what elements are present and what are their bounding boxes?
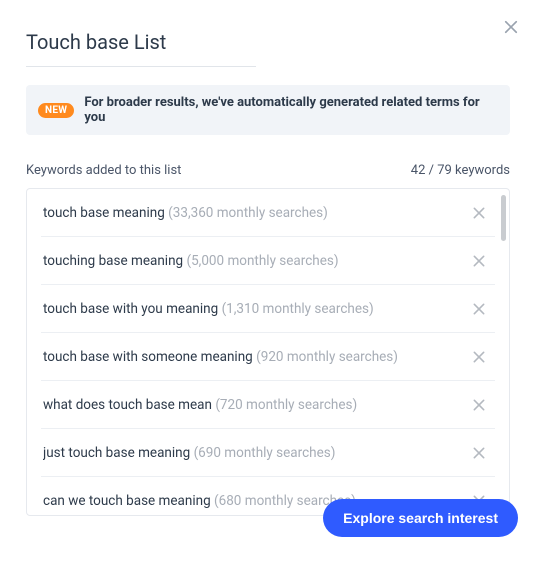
- list-header-label: Keywords added to this list: [26, 163, 181, 178]
- info-banner: NEW For broader results, we've automatic…: [26, 85, 510, 135]
- keyword-row: just touch base meaning (690 monthly sea…: [41, 429, 495, 477]
- keyword-meta: (720 monthly searches): [215, 397, 357, 413]
- close-icon: [471, 349, 487, 365]
- close-icon: [502, 18, 520, 36]
- keyword-meta: (5,000 monthly searches): [186, 253, 338, 269]
- keyword-list: touch base meaning (33,360 monthly searc…: [26, 188, 510, 516]
- keyword-count: 42 / 79 keywords: [411, 163, 510, 178]
- close-icon: [471, 253, 487, 269]
- modal-container: Touch base List NEW For broader results,…: [0, 0, 536, 516]
- keyword-row: touch base with someone meaning (920 mon…: [41, 333, 495, 381]
- modal-footer: Explore search interest: [323, 499, 518, 537]
- keyword-text: what does touch base mean (720 monthly s…: [43, 397, 357, 413]
- keyword-term: what does touch base mean: [43, 397, 212, 413]
- keyword-meta: (690 monthly searches): [194, 445, 336, 461]
- new-badge: NEW: [38, 103, 74, 118]
- keyword-meta: (1,310 monthly searches): [222, 301, 374, 317]
- explore-search-interest-button[interactable]: Explore search interest: [323, 499, 518, 537]
- keyword-row: touch base meaning (33,360 monthly searc…: [41, 189, 495, 237]
- banner-text: For broader results, we've automatically…: [84, 95, 498, 125]
- modal-title: Touch base List: [26, 30, 256, 67]
- scrollbar-thumb[interactable]: [501, 195, 506, 241]
- keyword-term: touch base meaning: [43, 205, 165, 221]
- close-icon: [471, 301, 487, 317]
- keyword-term: just touch base meaning: [43, 445, 190, 461]
- keyword-term: touching base meaning: [43, 253, 183, 269]
- keyword-text: touch base with someone meaning (920 mon…: [43, 349, 398, 365]
- keyword-text: touching base meaning (5,000 monthly sea…: [43, 253, 339, 269]
- close-icon: [471, 445, 487, 461]
- remove-keyword-button[interactable]: [471, 445, 487, 461]
- keyword-row: what does touch base mean (720 monthly s…: [41, 381, 495, 429]
- remove-keyword-button[interactable]: [471, 205, 487, 221]
- keyword-term: can we touch base meaning: [43, 493, 211, 509]
- keyword-text: touch base meaning (33,360 monthly searc…: [43, 205, 328, 221]
- keyword-term: touch base with someone meaning: [43, 349, 253, 365]
- remove-keyword-button[interactable]: [471, 253, 487, 269]
- keyword-text: just touch base meaning (690 monthly sea…: [43, 445, 335, 461]
- keyword-text: touch base with you meaning (1,310 month…: [43, 301, 374, 317]
- list-header: Keywords added to this list 42 / 79 keyw…: [26, 163, 510, 178]
- keyword-meta: (33,360 monthly searches): [168, 205, 328, 221]
- close-icon: [471, 205, 487, 221]
- keyword-row: touch base with you meaning (1,310 month…: [41, 285, 495, 333]
- remove-keyword-button[interactable]: [471, 397, 487, 413]
- close-modal-button[interactable]: [502, 18, 520, 36]
- keyword-meta: (920 monthly searches): [256, 349, 398, 365]
- remove-keyword-button[interactable]: [471, 301, 487, 317]
- close-icon: [471, 397, 487, 413]
- remove-keyword-button[interactable]: [471, 349, 487, 365]
- keyword-term: touch base with you meaning: [43, 301, 218, 317]
- keyword-text: can we touch base meaning (680 monthly s…: [43, 493, 356, 509]
- keyword-row: touching base meaning (5,000 monthly sea…: [41, 237, 495, 285]
